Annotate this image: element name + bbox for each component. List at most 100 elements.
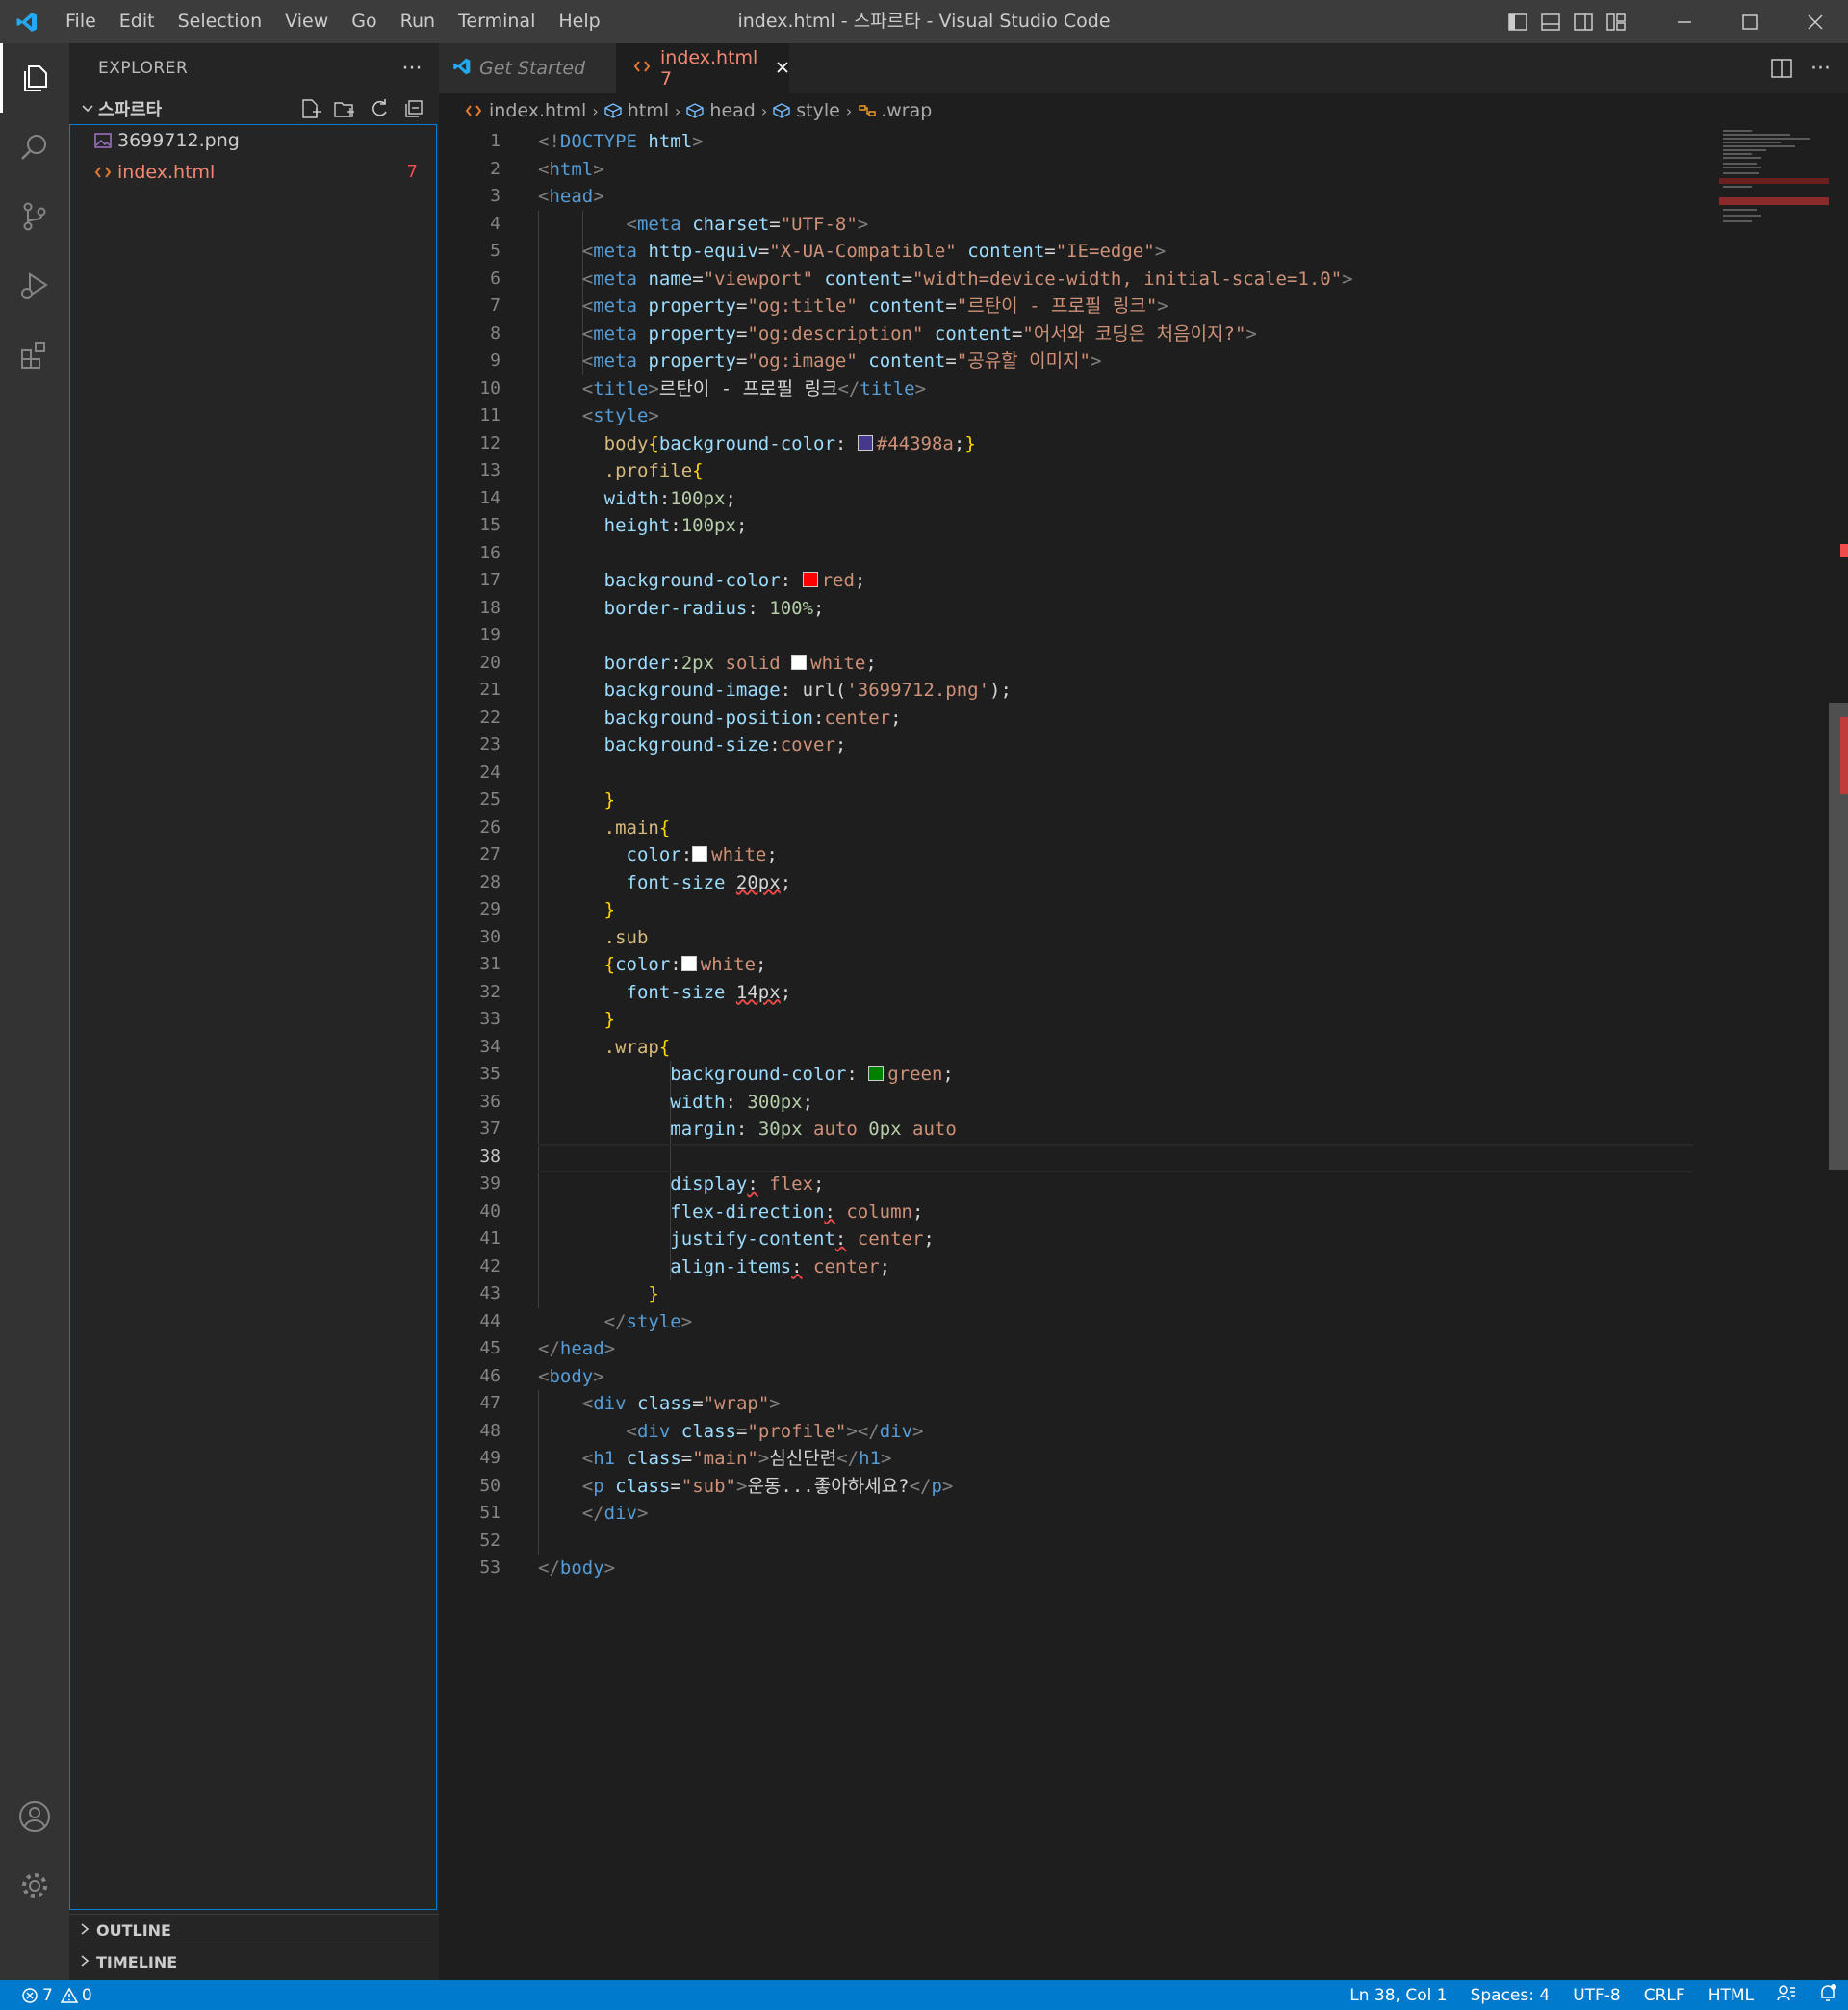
- code-line[interactable]: 26 .main{: [439, 814, 1829, 842]
- code-line[interactable]: 45 </head>: [439, 1335, 1829, 1363]
- code-line[interactable]: 30 .sub: [439, 924, 1829, 952]
- new-folder-icon[interactable]: [327, 93, 362, 124]
- code-line[interactable]: 34 .wrap{: [439, 1034, 1829, 1062]
- notifications-bell-icon[interactable]: [1808, 1983, 1848, 2007]
- source-control-icon[interactable]: [0, 182, 69, 251]
- timeline-section[interactable]: TIMELINE: [69, 1946, 439, 1978]
- new-file-icon[interactable]: [293, 93, 327, 124]
- close-window-icon[interactable]: [1783, 0, 1848, 43]
- code-line[interactable]: 2 <html>: [439, 156, 1829, 184]
- tab-get-started[interactable]: Get Started: [439, 43, 616, 93]
- minimap[interactable]: [1719, 128, 1829, 244]
- menu-go[interactable]: Go: [340, 0, 388, 43]
- code-line[interactable]: 42 align-items: center;: [439, 1253, 1829, 1281]
- code-line[interactable]: 23 background-size:cover;: [439, 732, 1829, 760]
- color-swatch[interactable]: [791, 654, 808, 670]
- code-line[interactable]: 38: [439, 1143, 1829, 1172]
- outline-section[interactable]: OUTLINE: [69, 1914, 439, 1946]
- code-line[interactable]: 24: [439, 760, 1829, 787]
- feedback-icon[interactable]: [1765, 1984, 1808, 2006]
- language-mode[interactable]: HTML: [1697, 1986, 1765, 2005]
- toggle-secondary-sidebar-icon[interactable]: [1567, 0, 1600, 43]
- code-line[interactable]: 13 .profile{: [439, 457, 1829, 485]
- code-line[interactable]: 21 background-image: url('3699712.png');: [439, 677, 1829, 705]
- code-line[interactable]: 31 {color: white;: [439, 951, 1829, 979]
- code-line[interactable]: 25 }: [439, 786, 1829, 814]
- end-of-line[interactable]: CRLF: [1632, 1986, 1697, 2005]
- menu-run[interactable]: Run: [389, 0, 447, 43]
- customize-layout-icon[interactable]: [1600, 0, 1632, 43]
- breadcrumb-item[interactable]: style: [773, 100, 840, 121]
- code-line[interactable]: 18 border-radius: 100%;: [439, 595, 1829, 623]
- explorer-icon[interactable]: [0, 43, 69, 113]
- color-swatch[interactable]: [802, 572, 818, 587]
- code-line[interactable]: 17 background-color: red;: [439, 567, 1829, 595]
- code-line[interactable]: 40 flex-direction: column;: [439, 1198, 1829, 1226]
- code-line[interactable]: 27 color: white;: [439, 841, 1829, 869]
- code-line[interactable]: 52: [439, 1528, 1829, 1556]
- workspace-folder[interactable]: 스파르타: [69, 93, 439, 124]
- refresh-icon[interactable]: [362, 93, 397, 124]
- code-line[interactable]: 1 <!DOCTYPE html>: [439, 128, 1829, 156]
- code-line[interactable]: 11 <style>: [439, 402, 1829, 430]
- code-line[interactable]: 22 background-position:center;: [439, 705, 1829, 733]
- color-swatch[interactable]: [692, 846, 708, 862]
- toggle-primary-sidebar-icon[interactable]: [1502, 0, 1534, 43]
- menu-selection[interactable]: Selection: [167, 0, 274, 43]
- code-line[interactable]: 50 <p class="sub">운동...좋아하세요?</p>: [439, 1473, 1829, 1501]
- code-line[interactable]: 29 }: [439, 896, 1829, 924]
- code-line[interactable]: 9 <meta property="og:image" content="공유할…: [439, 348, 1829, 375]
- minimize-icon[interactable]: [1652, 0, 1717, 43]
- breadcrumb-item[interactable]: head: [686, 100, 756, 121]
- file-item-png[interactable]: 3699712.png: [69, 124, 439, 156]
- code-line[interactable]: 39 display: flex;: [439, 1171, 1829, 1198]
- accounts-icon[interactable]: [0, 1782, 69, 1851]
- split-editor-icon[interactable]: [1771, 43, 1792, 93]
- code-line[interactable]: 14 width:100px;: [439, 485, 1829, 513]
- file-item-html[interactable]: index.html 7: [69, 156, 439, 188]
- breadcrumb-item[interactable]: html: [604, 100, 669, 121]
- manage-gear-icon[interactable]: [0, 1851, 69, 1920]
- code-line[interactable]: 3 <head>: [439, 183, 1829, 211]
- code-line[interactable]: 44 </style>: [439, 1308, 1829, 1336]
- close-tab-icon[interactable]: [776, 60, 789, 78]
- color-swatch[interactable]: [680, 956, 697, 971]
- toggle-panel-icon[interactable]: [1534, 0, 1567, 43]
- tab-index-html[interactable]: index.html 7: [616, 43, 789, 93]
- cursor-position[interactable]: Ln 38, Col 1: [1338, 1986, 1458, 2005]
- code-line[interactable]: 7 <meta property="og:title" content="르탄이…: [439, 293, 1829, 321]
- breadcrumb-item[interactable]: index.html: [466, 100, 586, 121]
- color-swatch[interactable]: [857, 434, 873, 451]
- run-debug-icon[interactable]: [0, 251, 69, 321]
- code-line[interactable]: 28 font-size 20px;: [439, 869, 1829, 897]
- menu-edit[interactable]: Edit: [108, 0, 167, 43]
- extensions-icon[interactable]: [0, 321, 69, 390]
- menu-help[interactable]: Help: [547, 0, 611, 43]
- breadcrumb-item[interactable]: .wrap: [858, 100, 932, 121]
- code-line[interactable]: 36 width: 300px;: [439, 1089, 1829, 1117]
- problems-indicator[interactable]: 7 0: [21, 1986, 92, 2005]
- search-icon[interactable]: [0, 113, 69, 182]
- more-actions-icon[interactable]: ···: [385, 57, 439, 81]
- code-line[interactable]: 43 }: [439, 1280, 1829, 1308]
- code-line[interactable]: 8 <meta property="og:description" conten…: [439, 321, 1829, 348]
- indentation[interactable]: Spaces: 4: [1459, 1986, 1562, 2005]
- menu-file[interactable]: File: [54, 0, 108, 43]
- code-line[interactable]: 12 body{background-color: #44398a;}: [439, 430, 1829, 458]
- code-line[interactable]: 33 }: [439, 1006, 1829, 1034]
- maximize-icon[interactable]: [1717, 0, 1783, 43]
- code-line[interactable]: 37 margin: 30px auto 0px auto: [439, 1116, 1829, 1144]
- editor-more-actions-icon[interactable]: ···: [1810, 43, 1831, 93]
- menu-terminal[interactable]: Terminal: [447, 0, 547, 43]
- code-line[interactable]: 51 </div>: [439, 1500, 1829, 1528]
- code-line[interactable]: 16: [439, 540, 1829, 568]
- code-line[interactable]: 5 <meta http-equiv="X-UA-Compatible" con…: [439, 238, 1829, 266]
- code-line[interactable]: 10 <title>르탄이 - 프로필 링크</title>: [439, 375, 1829, 403]
- code-line[interactable]: 20 border:2px solid white;: [439, 650, 1829, 678]
- collapse-all-icon[interactable]: [397, 93, 431, 124]
- code-line[interactable]: 32 font-size 14px;: [439, 979, 1829, 1007]
- code-line[interactable]: 19: [439, 622, 1829, 650]
- code-line[interactable]: 46 <body>: [439, 1363, 1829, 1391]
- code-line[interactable]: 47 <div class="wrap">: [439, 1390, 1829, 1418]
- encoding[interactable]: UTF-8: [1561, 1986, 1632, 2005]
